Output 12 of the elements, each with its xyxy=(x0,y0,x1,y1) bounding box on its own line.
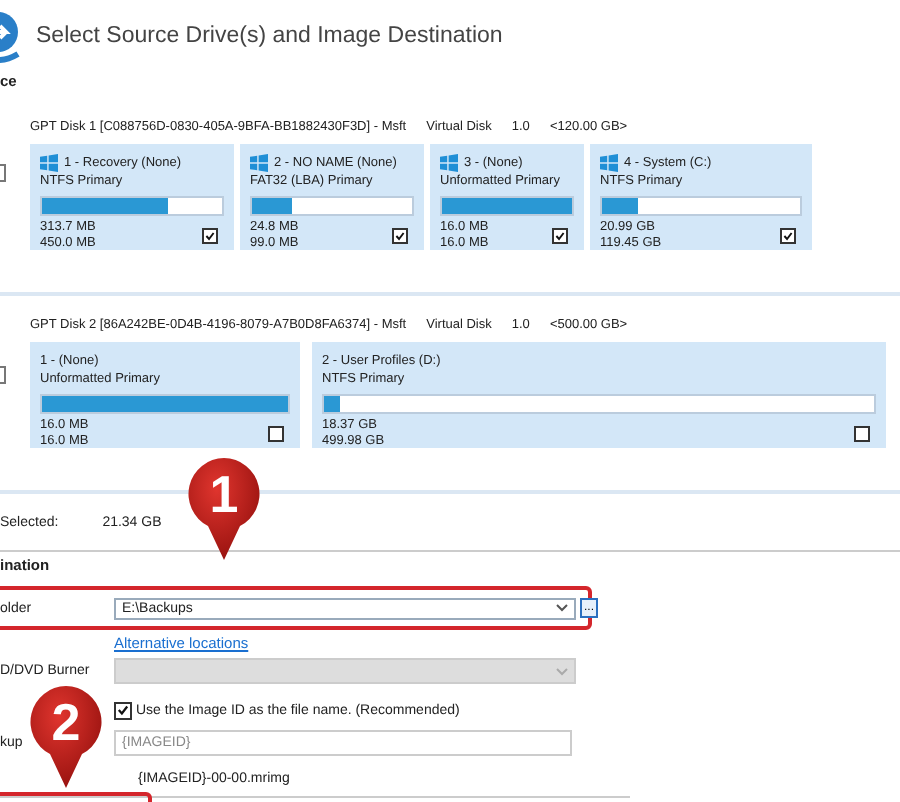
chevron-icon xyxy=(556,604,568,612)
partition-checkbox[interactable] xyxy=(854,425,870,441)
partition-checkbox[interactable] xyxy=(780,227,796,243)
partition-checkbox[interactable] xyxy=(392,227,408,243)
window-title: Select Source Drive(s) and Image Destination xyxy=(36,23,503,47)
partition-checkbox[interactable] xyxy=(202,227,218,243)
partition-checkbox[interactable] xyxy=(552,227,568,243)
use-id-checkbox[interactable] xyxy=(114,701,132,719)
step-marker: 2 xyxy=(28,684,104,788)
chevron-icon xyxy=(556,667,568,675)
step-marker: 1 xyxy=(186,456,262,560)
partition-checkbox[interactable] xyxy=(268,425,284,441)
